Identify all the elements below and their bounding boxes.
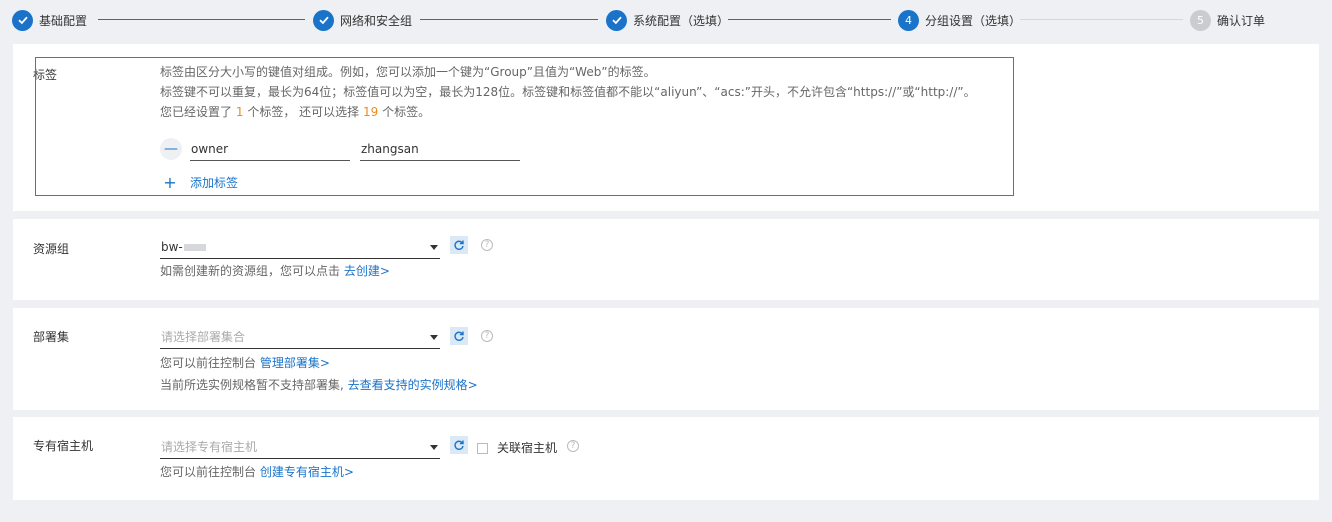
deployment-set-placeholder: 请选择部署集合 bbox=[161, 330, 246, 344]
step-connector bbox=[98, 19, 305, 20]
dedicated-host-hint-text: 您可以前往控制台 bbox=[160, 465, 257, 479]
chevron-down-icon bbox=[430, 245, 438, 250]
resource-group-panel: 资源组 bw- ? 如需创建新的资源组，您可以点击 去创建> bbox=[13, 219, 1319, 300]
resource-group-hint-text: 如需创建新的资源组，您可以点击 bbox=[160, 264, 341, 278]
step-4-label: 分组设置（选填） bbox=[925, 13, 1022, 28]
step-2-check-icon bbox=[313, 9, 334, 31]
step-connector bbox=[1020, 19, 1183, 20]
step-3-check-icon bbox=[606, 9, 627, 31]
step-1-label: 基础配置 bbox=[39, 13, 88, 28]
step-connector bbox=[728, 19, 891, 20]
chevron-down-icon bbox=[430, 335, 438, 340]
deployment-set-hint-1: 您可以前往控制台 管理部署集> bbox=[160, 353, 330, 373]
deployment-set-hint-1-text: 您可以前往控制台 bbox=[160, 356, 257, 370]
resource-group-refresh-button[interactable] bbox=[450, 236, 468, 254]
dedicated-host-label: 专有宿主机 bbox=[33, 439, 94, 453]
manage-deployment-set-link[interactable]: 管理部署集> bbox=[260, 356, 330, 370]
chevron-down-icon bbox=[430, 445, 438, 450]
step-connector bbox=[420, 19, 598, 20]
resource-group-select[interactable]: bw- bbox=[160, 235, 440, 259]
dedicated-host-hint: 您可以前往控制台 创建专有宿主机> bbox=[160, 462, 354, 482]
resource-group-label: 资源组 bbox=[33, 242, 70, 256]
step-3-label: 系统配置（选填） bbox=[633, 13, 730, 28]
refresh-icon bbox=[454, 331, 464, 341]
step-5-label: 确认订单 bbox=[1217, 13, 1266, 28]
deployment-set-hint-2-text: 当前所选实例规格暂不支持部署集, bbox=[160, 378, 344, 392]
help-icon[interactable]: ? bbox=[481, 239, 493, 251]
create-resource-group-link[interactable]: 去创建> bbox=[344, 264, 390, 278]
dedicated-host-select[interactable]: 请选择专有宿主机 bbox=[160, 435, 440, 459]
refresh-icon bbox=[454, 440, 464, 450]
step-1[interactable]: 基础配置 bbox=[12, 9, 87, 31]
help-icon[interactable]: ? bbox=[481, 330, 493, 342]
deployment-set-select[interactable]: 请选择部署集合 bbox=[160, 325, 440, 349]
resource-group-hint: 如需创建新的资源组，您可以点击 去创建> bbox=[160, 261, 390, 281]
step-3[interactable]: 系统配置（选填） bbox=[606, 9, 729, 31]
step-1-check-icon bbox=[12, 9, 33, 31]
associate-host-label: 关联宿主机 bbox=[497, 441, 558, 455]
tag-value-input[interactable] bbox=[360, 138, 520, 161]
resource-group-value: bw- bbox=[160, 240, 206, 254]
step-4[interactable]: 4 分组设置（选填） bbox=[898, 9, 1021, 31]
deployment-set-refresh-button[interactable] bbox=[450, 327, 468, 345]
dedicated-host-panel: 专有宿主机 请选择专有宿主机 关联宿主机 ? 您可以前往控制台 创建专有宿主机> bbox=[13, 417, 1319, 500]
step-4-number: 4 bbox=[898, 9, 919, 31]
add-tag-label: 添加标签 bbox=[190, 176, 239, 190]
view-supported-specs-link[interactable]: 去查看支持的实例规格> bbox=[348, 378, 478, 392]
step-5-number: 5 bbox=[1190, 9, 1211, 31]
deployment-set-panel: 部署集 请选择部署集合 ? 您可以前往控制台 管理部署集> 当前所选实例规格暂不… bbox=[13, 308, 1319, 410]
step-2[interactable]: 网络和安全组 bbox=[313, 9, 412, 31]
deployment-set-hint-2: 当前所选实例规格暂不支持部署集, 去查看支持的实例规格> bbox=[160, 375, 478, 395]
step-5[interactable]: 5 确认订单 bbox=[1190, 9, 1265, 31]
tag-key-input[interactable] bbox=[190, 138, 350, 161]
masked-text bbox=[183, 243, 206, 251]
dedicated-host-refresh-button[interactable] bbox=[450, 436, 468, 454]
dedicated-host-placeholder: 请选择专有宿主机 bbox=[161, 440, 258, 454]
create-dedicated-host-link[interactable]: 创建专有宿主机> bbox=[260, 465, 354, 479]
help-icon[interactable]: ? bbox=[567, 440, 579, 452]
step-progress-bar: 基础配置 网络和安全组 系统配置（选填） 4 分组设置（选填） 5 确认订单 bbox=[0, 0, 1332, 40]
add-tag-button[interactable]: + 添加标签 bbox=[163, 174, 238, 191]
plus-icon: + bbox=[163, 172, 177, 192]
deployment-set-label: 部署集 bbox=[33, 330, 70, 344]
associate-host-checkbox[interactable] bbox=[477, 443, 488, 454]
step-2-label: 网络和安全组 bbox=[340, 13, 413, 28]
refresh-icon bbox=[454, 240, 464, 250]
remove-tag-minus-icon[interactable]: — bbox=[160, 138, 182, 160]
